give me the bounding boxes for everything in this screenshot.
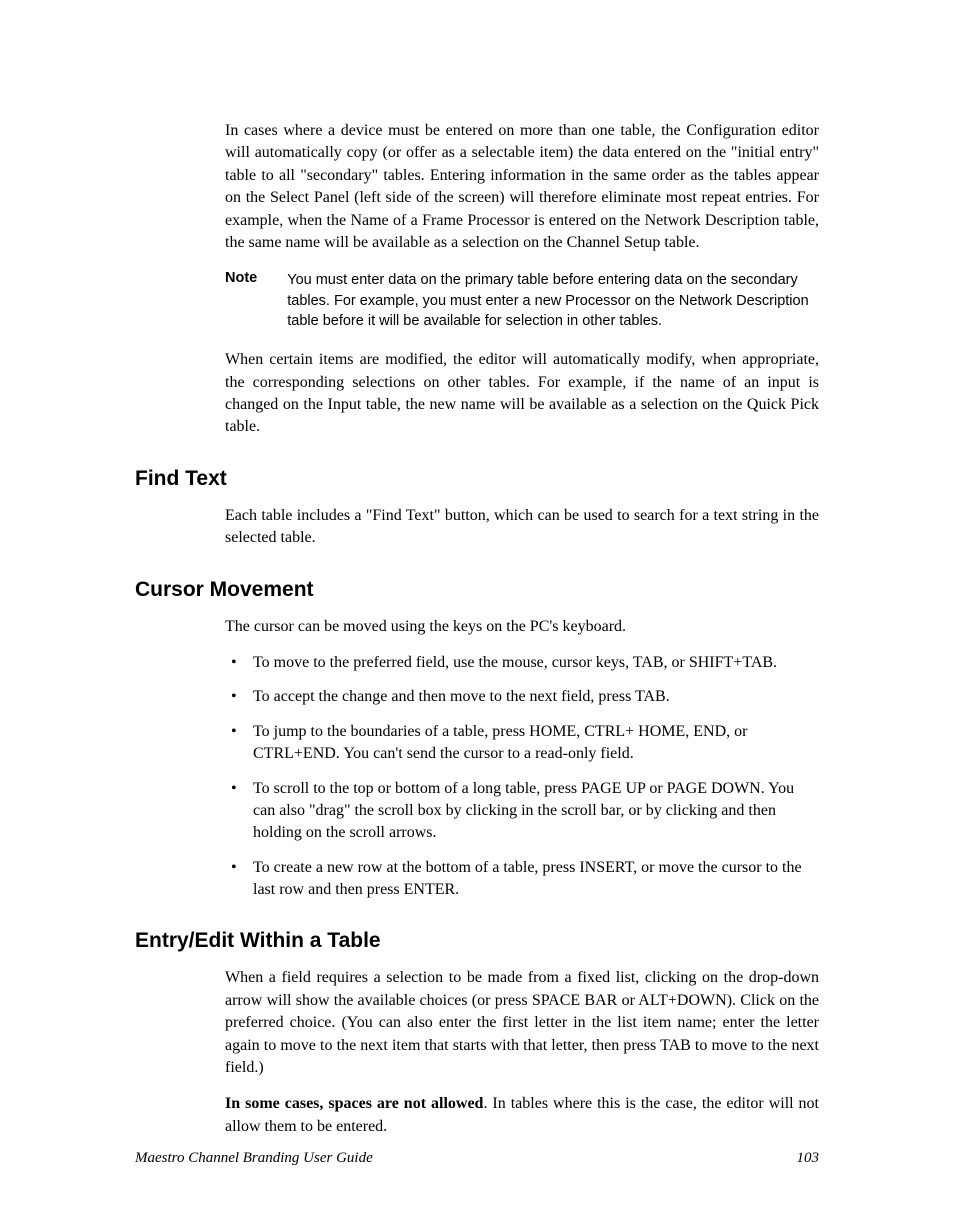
intro-paragraph: In cases where a device must be entered … <box>225 120 819 254</box>
list-item: To move to the preferred field, use the … <box>225 652 819 674</box>
find-text-body: Each table includes a "Find Text" button… <box>225 505 819 550</box>
heading-cursor-movement: Cursor Movement <box>135 578 819 602</box>
footer-title: Maestro Channel Branding User Guide <box>135 1150 373 1167</box>
cursor-movement-intro: The cursor can be moved using the keys o… <box>225 616 819 638</box>
list-item: To accept the change and then move to th… <box>225 686 819 708</box>
cursor-movement-list: To move to the preferred field, use the … <box>225 652 819 902</box>
heading-entry-edit: Entry/Edit Within a Table <box>135 929 819 953</box>
list-item: To jump to the boundaries of a table, pr… <box>225 721 819 766</box>
entry-edit-body2: In some cases, spaces are not allowed. I… <box>225 1093 819 1138</box>
heading-find-text: Find Text <box>135 467 819 491</box>
note-text: You must enter data on the primary table… <box>287 270 819 331</box>
bold-span: In some cases, spaces are not allowed <box>225 1095 483 1112</box>
modified-paragraph: When certain items are modified, the edi… <box>225 349 819 439</box>
footer: Maestro Channel Branding User Guide 103 <box>135 1150 819 1167</box>
note-block: Note You must enter data on the primary … <box>225 270 819 331</box>
footer-page: 103 <box>797 1150 820 1167</box>
list-item: To create a new row at the bottom of a t… <box>225 857 819 902</box>
entry-edit-body1: When a field requires a selection to be … <box>225 967 819 1079</box>
note-label: Note <box>225 270 287 331</box>
list-item: To scroll to the top or bottom of a long… <box>225 778 819 845</box>
